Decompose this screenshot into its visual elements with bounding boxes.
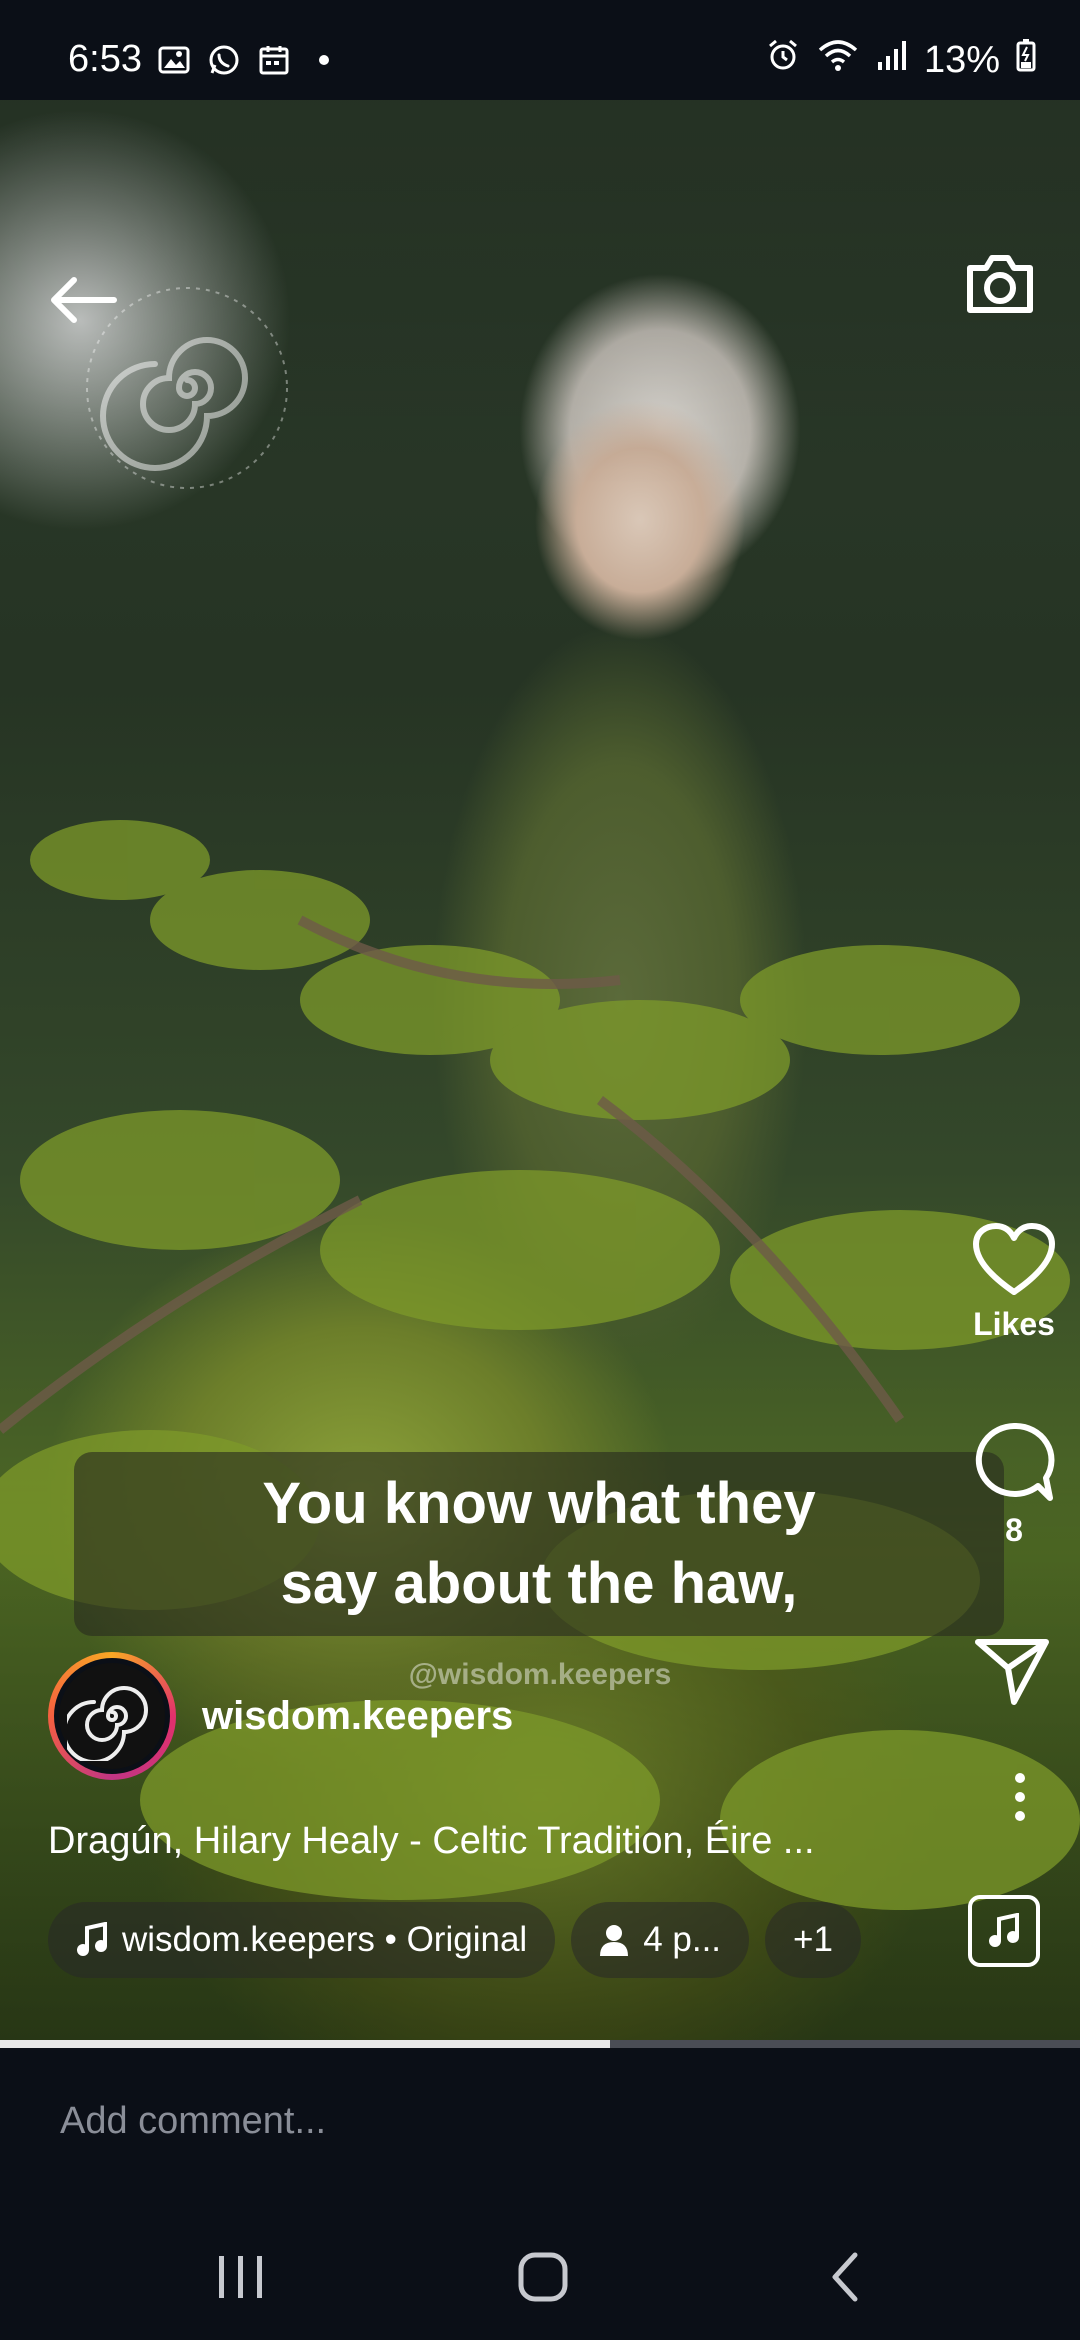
home-icon xyxy=(518,2252,568,2302)
heart-icon[interactable] xyxy=(972,1222,1056,1298)
video-progress-fill xyxy=(0,2040,611,2048)
avatar[interactable] xyxy=(48,1652,176,1780)
alarm-icon xyxy=(766,38,800,82)
battery-icon xyxy=(1016,38,1036,82)
share-action[interactable] xyxy=(974,1636,1050,1706)
audio-chip-label: wisdom.keepers • Original xyxy=(122,1920,528,1959)
add-comment-input[interactable]: Add comment... xyxy=(60,2100,326,2143)
camera-icon xyxy=(967,255,1033,313)
comment-bar: Add comment... xyxy=(0,2048,1080,2208)
signal-icon xyxy=(876,38,908,82)
person-icon xyxy=(600,1925,629,1956)
camera-button[interactable] xyxy=(960,244,1040,324)
like-action[interactable]: Likes xyxy=(972,1222,1056,1343)
author-row[interactable]: wisdom.keepers xyxy=(48,1652,513,1780)
back-button[interactable] xyxy=(44,260,124,340)
navigation-bar xyxy=(0,2208,1080,2340)
back-nav-button[interactable] xyxy=(810,2242,880,2312)
chevron-left-icon xyxy=(832,2252,858,2302)
comment-icon[interactable] xyxy=(972,1420,1056,1504)
status-bar: 6:53 13% xyxy=(0,0,1080,100)
system-icons: 13% xyxy=(766,38,1036,82)
video-caption: You know what they say about the haw, xyxy=(74,1452,1004,1636)
music-note-icon xyxy=(77,1922,107,1956)
more-options-button[interactable] xyxy=(1012,1772,1028,1822)
audio-chip[interactable]: wisdom.keepers • Original xyxy=(48,1902,556,1978)
wifi-icon xyxy=(816,38,860,82)
whatsapp-icon xyxy=(206,42,242,78)
arrow-left-icon xyxy=(51,277,117,323)
home-button[interactable] xyxy=(508,2242,578,2312)
video-progress-bar[interactable] xyxy=(0,2040,1080,2048)
battery-percent: 13% xyxy=(923,38,1000,81)
recent-apps-button[interactable] xyxy=(206,2242,276,2312)
people-chip-label: 4 p... xyxy=(643,1920,722,1959)
notification-icons xyxy=(156,42,342,78)
send-icon[interactable] xyxy=(974,1636,1050,1706)
more-chip-label: +1 xyxy=(793,1920,833,1959)
spiral-logo-icon xyxy=(67,1686,148,1761)
gallery-icon xyxy=(156,42,192,78)
author-username[interactable]: wisdom.keepers xyxy=(202,1694,513,1739)
more-chip[interactable]: +1 xyxy=(765,1902,861,1978)
comment-count: 8 xyxy=(1005,1512,1023,1548)
recent-apps-icon xyxy=(219,2256,262,2298)
people-chip[interactable]: 4 p... xyxy=(571,1902,750,1978)
comment-action[interactable]: 8 xyxy=(972,1420,1056,1549)
audio-page-button[interactable] xyxy=(968,1895,1040,1967)
music-note-icon xyxy=(989,1913,1019,1947)
dot-icon xyxy=(306,42,342,78)
calendar-icon xyxy=(256,42,292,78)
meta-chips: wisdom.keepers • Original 4 p... +1 xyxy=(48,1902,861,1978)
likes-label: Likes xyxy=(973,1306,1055,1342)
status-time: 6:53 xyxy=(68,38,142,80)
more-vertical-icon[interactable] xyxy=(1012,1772,1028,1822)
post-description[interactable]: Dragún, Hilary Healy - Celtic Tradition,… xyxy=(48,1820,815,1863)
caption-line-2: say about the haw, xyxy=(280,1551,798,1616)
caption-line-1: You know what they xyxy=(262,1471,816,1536)
